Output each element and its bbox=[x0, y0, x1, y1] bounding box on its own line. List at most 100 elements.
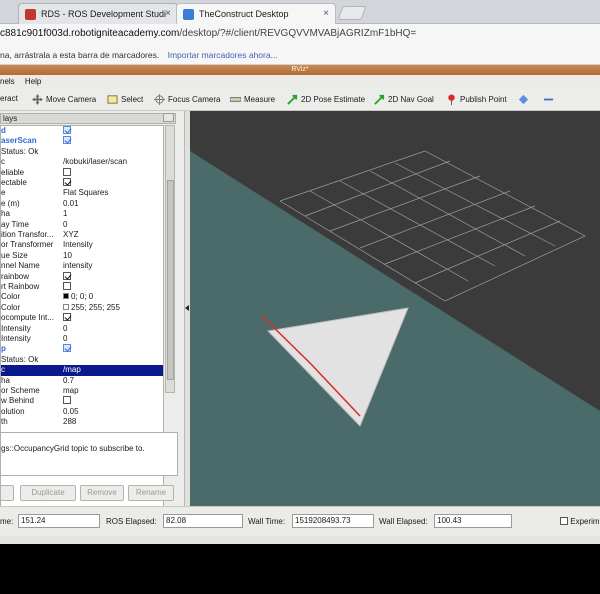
panel-close-button[interactable] bbox=[163, 113, 174, 122]
property-value[interactable]: 288 bbox=[63, 417, 76, 427]
close-tab-icon[interactable]: × bbox=[323, 8, 329, 19]
tree-row[interactable]: e Flat Squares bbox=[1, 188, 163, 198]
menu-help[interactable]: Help bbox=[25, 77, 41, 86]
tree-row[interactable]: w Behind bbox=[1, 396, 163, 406]
property-value[interactable]: 0.7 bbox=[63, 376, 74, 386]
measure-tool[interactable]: Measure bbox=[230, 94, 275, 105]
property-value[interactable]: 0 bbox=[63, 334, 67, 344]
checkbox[interactable] bbox=[63, 313, 71, 322]
property-value-text: 1 bbox=[63, 209, 68, 219]
property-value[interactable]: map bbox=[63, 386, 79, 396]
tree-row[interactable]: ay Time 0 bbox=[1, 220, 163, 230]
property-value[interactable]: 0.05 bbox=[63, 407, 79, 417]
select-tool[interactable]: Select bbox=[107, 94, 143, 105]
property-name: ocompute Int... bbox=[1, 313, 54, 323]
checkbox[interactable] bbox=[63, 136, 71, 145]
property-value[interactable]: 0; 0; 0 bbox=[63, 292, 93, 302]
tree-row[interactable]: rainbow bbox=[1, 271, 163, 282]
property-value[interactable] bbox=[63, 344, 71, 354]
import-bookmarks-link[interactable]: Importar marcadores ahora... bbox=[168, 50, 278, 60]
tree-row[interactable]: c/map bbox=[1, 365, 163, 376]
collapse-arrow-icon[interactable] bbox=[185, 305, 189, 311]
tree-row[interactable]: nnel Name intensity bbox=[1, 261, 163, 271]
property-value[interactable]: 0 bbox=[63, 324, 67, 334]
property-value[interactable]: 1 bbox=[63, 209, 67, 219]
duplicate-button[interactable]: Duplicate bbox=[20, 485, 76, 501]
checkbox[interactable] bbox=[63, 178, 71, 186]
tree-row[interactable]: Intensity 0 bbox=[1, 334, 163, 344]
tree-row[interactable]: or Transformer Intensity bbox=[1, 240, 163, 250]
move-camera-icon bbox=[32, 94, 43, 105]
property-value[interactable]: Flat Squares bbox=[63, 188, 108, 198]
tree-row[interactable]: eliable bbox=[1, 167, 163, 178]
extra-tool[interactable] bbox=[518, 94, 529, 105]
tree-row[interactable]: Intensity 0 bbox=[1, 324, 163, 334]
tree-row[interactable]: Color 255; 255; 255 bbox=[1, 303, 163, 313]
property-value[interactable] bbox=[63, 271, 71, 282]
checkbox[interactable] bbox=[63, 126, 71, 134]
interact-tool[interactable]: eract bbox=[0, 94, 18, 103]
tree-scrollbar[interactable] bbox=[165, 125, 175, 393]
checkbox[interactable] bbox=[63, 271, 71, 280]
3d-viewport[interactable] bbox=[190, 111, 600, 506]
property-value[interactable]: Intensity bbox=[63, 240, 93, 250]
property-value[interactable] bbox=[63, 282, 71, 292]
publish-point-tool[interactable]: Publish Point bbox=[446, 94, 507, 105]
property-value[interactable]: 255; 255; 255 bbox=[63, 303, 120, 313]
tab-theconstruct[interactable]: TheConstruct Desktop × bbox=[176, 3, 336, 24]
focus-camera-tool[interactable]: Focus Camera bbox=[154, 94, 220, 105]
tree-row[interactable]: ha 1 bbox=[1, 209, 163, 219]
checkbox[interactable] bbox=[63, 282, 71, 290]
tree-row[interactable]: e (m) 0.01 bbox=[1, 199, 163, 209]
tree-row[interactable]: or Scheme map bbox=[1, 386, 163, 396]
tree-row[interactable]: ectable bbox=[1, 178, 163, 188]
remove-button[interactable]: Remove bbox=[80, 485, 124, 501]
tree-row[interactable]: c/kobuki/laser/scan bbox=[1, 157, 163, 167]
property-value[interactable] bbox=[63, 178, 71, 188]
tree-row[interactable]: Status: Ok bbox=[1, 147, 163, 157]
property-value[interactable] bbox=[63, 313, 71, 323]
nav-goal-tool[interactable]: 2D Nav Goal bbox=[374, 94, 434, 105]
tree-row[interactable]: ition Transfor... XYZ bbox=[1, 230, 163, 240]
property-value[interactable]: 10 bbox=[63, 251, 72, 261]
property-value[interactable]: XYZ bbox=[63, 230, 79, 240]
menu-panels[interactable]: nels bbox=[0, 77, 15, 86]
add-button[interactable] bbox=[0, 485, 14, 501]
focus-camera-icon bbox=[154, 94, 165, 105]
checkbox[interactable] bbox=[63, 396, 71, 405]
property-value[interactable] bbox=[63, 126, 71, 136]
tree-row[interactable]: ha 0.7 bbox=[1, 376, 163, 386]
tab-rds[interactable]: RDS - ROS Development Studi × bbox=[18, 3, 178, 24]
tree-row[interactable]: Status: Ok bbox=[1, 355, 163, 365]
property-value[interactable] bbox=[63, 136, 71, 146]
property-value[interactable] bbox=[63, 167, 71, 178]
rename-button[interactable]: Rename bbox=[128, 485, 174, 501]
property-value-text: /map bbox=[63, 365, 81, 375]
property-value[interactable] bbox=[63, 396, 71, 406]
scrollbar-thumb[interactable] bbox=[167, 180, 174, 380]
move-camera-tool[interactable]: Move Camera bbox=[32, 94, 96, 105]
tree-row[interactable]: olution 0.05 bbox=[1, 407, 163, 417]
property-value[interactable]: /map bbox=[63, 365, 81, 375]
tree-row[interactable]: th 288 bbox=[1, 417, 163, 427]
checkbox[interactable] bbox=[63, 344, 71, 353]
tree-row[interactable]: aserScan bbox=[1, 136, 163, 146]
property-value[interactable]: 0 bbox=[63, 220, 67, 230]
property-value[interactable]: /kobuki/laser/scan bbox=[63, 157, 127, 167]
property-value[interactable]: 0.01 bbox=[63, 199, 79, 209]
tree-row[interactable]: Color 0; 0; 0 bbox=[1, 292, 163, 302]
tree-row[interactable]: rt Rainbow bbox=[1, 282, 163, 292]
close-tab-icon[interactable]: × bbox=[165, 8, 171, 19]
address-bar[interactable]: c881c901f003d.robotigniteacademy.com/des… bbox=[0, 24, 600, 46]
pose-estimate-tool[interactable]: 2D Pose Estimate bbox=[287, 94, 365, 105]
experimental-checkbox[interactable]: Experim bbox=[560, 517, 600, 526]
tree-row[interactable]: ocompute Int... bbox=[1, 313, 163, 323]
remove-tool-button[interactable] bbox=[543, 94, 554, 105]
experimental-check-icon[interactable] bbox=[560, 517, 568, 525]
new-tab-button[interactable] bbox=[337, 6, 367, 20]
tree-row[interactable]: d bbox=[1, 126, 163, 136]
tree-row[interactable]: p bbox=[1, 344, 163, 354]
property-value[interactable]: intensity bbox=[63, 261, 92, 271]
checkbox[interactable] bbox=[63, 167, 71, 176]
tree-row[interactable]: ue Size 10 bbox=[1, 251, 163, 261]
